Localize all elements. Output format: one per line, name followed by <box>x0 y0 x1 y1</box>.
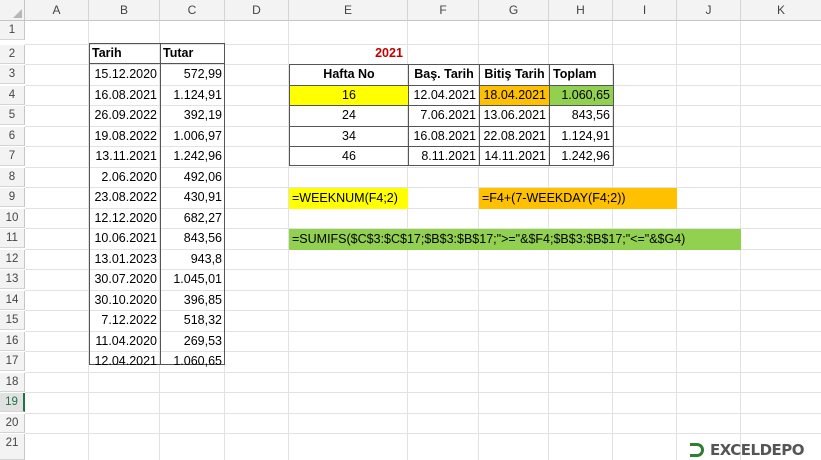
cell-tarih[interactable]: 10.06.2021 <box>89 229 160 248</box>
cell-tarih[interactable]: 13.01.2023 <box>89 250 160 269</box>
row-header-19-selected[interactable]: 19 <box>0 393 25 412</box>
cell-hafta-no[interactable]: 34 <box>290 127 408 146</box>
row-header-2[interactable]: 2 <box>0 45 25 64</box>
cell-tarih[interactable]: 30.07.2020 <box>89 270 160 289</box>
cell-tutar[interactable]: 1.060,65 <box>160 352 225 371</box>
cell-tarih[interactable]: 12.12.2020 <box>89 209 160 228</box>
row-header-18[interactable]: 18 <box>0 373 25 392</box>
cell-tutar[interactable]: 492,06 <box>160 168 225 187</box>
cell-tutar[interactable]: 392,19 <box>160 106 225 125</box>
exceldepo-logo: EXCELDEPO <box>690 440 805 460</box>
header-tutar[interactable]: Tutar <box>160 44 225 63</box>
cell-bitis-tarih[interactable]: 13.06.2021 <box>480 106 549 125</box>
row-header-5[interactable]: 5 <box>0 106 25 125</box>
formula-sumifs[interactable]: =SUMIFS($C$3:$C$17;$B$3:$B$17;">="&$F4;$… <box>289 229 741 250</box>
cell-tarih[interactable]: 30.10.2020 <box>89 291 160 310</box>
formula-weeknum[interactable]: =WEEKNUM(F4;2) <box>289 188 408 209</box>
cell-tutar[interactable]: 1.242,96 <box>160 147 225 166</box>
cell-hafta-no[interactable]: 24 <box>290 106 408 125</box>
cell-tarih[interactable]: 12.04.2021 <box>89 352 160 371</box>
cell-tarih[interactable]: 23.08.2022 <box>89 188 160 207</box>
cell-tutar[interactable]: 1.006,97 <box>160 127 225 146</box>
row-header-12[interactable]: 12 <box>0 250 25 269</box>
column-header-k[interactable]: K <box>741 0 821 21</box>
cell-tarih[interactable]: 11.04.2020 <box>89 332 160 351</box>
cell-hafta-no[interactable]: 46 <box>290 147 408 166</box>
cell-tutar[interactable]: 843,56 <box>160 229 225 248</box>
cell-tarih[interactable]: 7.12.2022 <box>89 311 160 330</box>
column-header-f[interactable]: F <box>408 0 479 21</box>
cell-tutar[interactable]: 430,91 <box>160 188 225 207</box>
row-header-13[interactable]: 13 <box>0 270 25 289</box>
logo-text: EXCELDEPO <box>710 441 805 459</box>
cell-tutar[interactable]: 269,53 <box>160 332 225 351</box>
row-header-16[interactable]: 16 <box>0 332 25 351</box>
year-label[interactable]: 2021 <box>289 44 489 63</box>
row-header-6[interactable]: 6 <box>0 127 25 146</box>
select-all-triangle-icon <box>13 9 22 18</box>
cell-tutar[interactable]: 518,32 <box>160 311 225 330</box>
cell-bitis-tarih[interactable]: 22.08.2021 <box>480 127 549 146</box>
row-header-11[interactable]: 11 <box>0 229 25 248</box>
cell-tutar[interactable]: 396,85 <box>160 291 225 310</box>
row-header-15[interactable]: 15 <box>0 311 25 330</box>
cell-bas-tarih[interactable]: 16.08.2021 <box>409 127 479 146</box>
cell-bas-tarih[interactable]: 12.04.2021 <box>409 86 479 105</box>
column-header-d[interactable]: D <box>225 0 289 21</box>
cell-tarih[interactable]: 2.06.2020 <box>89 168 160 187</box>
cell-tutar[interactable]: 943,8 <box>160 250 225 269</box>
row-header-4[interactable]: 4 <box>0 86 25 105</box>
row-header-10[interactable]: 10 <box>0 209 25 228</box>
formula-end-date[interactable]: =F4+(7-WEEKDAY(F4;2)) <box>479 188 677 209</box>
row-header-17[interactable]: 17 <box>0 352 25 371</box>
column-header-j[interactable]: J <box>677 0 741 21</box>
cell-tutar[interactable]: 572,99 <box>160 65 225 84</box>
row-header-7[interactable]: 7 <box>0 147 25 166</box>
header-tarih[interactable]: Tarih <box>89 44 160 63</box>
cell-tutar[interactable]: 1.124,91 <box>160 86 225 105</box>
cell-tarih[interactable]: 26.09.2022 <box>89 106 160 125</box>
cell-tutar[interactable]: 682,27 <box>160 209 225 228</box>
header-hafta-no[interactable]: Hafta No <box>290 65 408 84</box>
column-header-g[interactable]: G <box>479 0 549 21</box>
cell-hafta-no-highlighted[interactable]: 16 <box>290 86 408 105</box>
cell-toplam[interactable]: 1.242,96 <box>550 147 613 166</box>
row-header-9[interactable]: 9 <box>0 188 25 207</box>
row-header-21[interactable]: 21 <box>0 434 25 460</box>
row-header-20[interactable]: 20 <box>0 414 25 433</box>
cell-tarih[interactable]: 13.11.2021 <box>89 147 160 166</box>
column-header-i[interactable]: I <box>613 0 677 21</box>
cell-tarih[interactable]: 16.08.2021 <box>89 86 160 105</box>
column-header-b[interactable]: B <box>89 0 160 21</box>
cell-toplam[interactable]: 1.124,91 <box>550 127 613 146</box>
header-toplam[interactable]: Toplam <box>550 65 613 84</box>
column-header-e[interactable]: E <box>289 0 408 21</box>
cell-toplam[interactable]: 843,56 <box>550 106 613 125</box>
cell-bas-tarih[interactable]: 8.11.2021 <box>409 147 479 166</box>
logo-bracket-icon <box>690 443 704 457</box>
header-bitis-tarih[interactable]: Bitiş Tarih <box>480 65 549 84</box>
select-all-corner[interactable] <box>0 0 25 21</box>
row-header-14[interactable]: 14 <box>0 291 25 310</box>
column-header-a[interactable]: A <box>25 0 89 21</box>
row-header-1[interactable]: 1 <box>0 21 25 40</box>
header-bas-tarih[interactable]: Baş. Tarih <box>409 65 479 84</box>
cell-bas-tarih[interactable]: 7.06.2021 <box>409 106 479 125</box>
cell-tarih[interactable]: 19.08.2022 <box>89 127 160 146</box>
row-header-8[interactable]: 8 <box>0 168 25 187</box>
column-header-c[interactable]: C <box>160 0 225 21</box>
cell-tarih[interactable]: 15.12.2020 <box>89 65 160 84</box>
column-header-h[interactable]: H <box>549 0 613 21</box>
cell-toplam-highlighted[interactable]: 1.060,65 <box>550 86 613 105</box>
cell-bitis-tarih-highlighted[interactable]: 18.04.2021 <box>480 86 549 105</box>
cell-bitis-tarih[interactable]: 14.11.2021 <box>480 147 549 166</box>
cell-tutar[interactable]: 1.045,01 <box>160 270 225 289</box>
row-header-3[interactable]: 3 <box>0 65 25 84</box>
